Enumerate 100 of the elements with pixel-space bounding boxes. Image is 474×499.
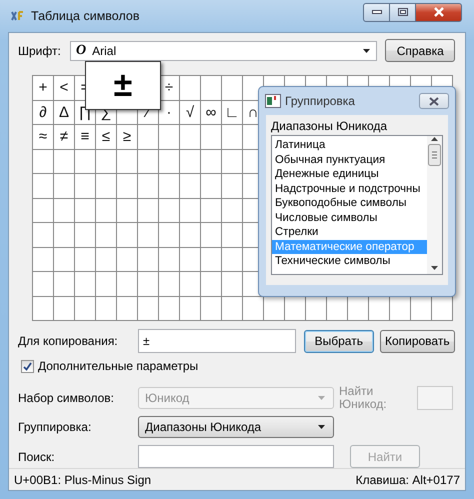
symbol-cell[interactable]	[159, 198, 179, 222]
symbol-cell[interactable]	[54, 198, 74, 222]
symbol-cell[interactable]	[54, 150, 74, 173]
symbol-cell[interactable]	[180, 174, 200, 198]
copy-field[interactable]: ±	[138, 329, 296, 353]
symbol-cell[interactable]	[75, 248, 95, 271]
symbol-cell[interactable]	[222, 272, 242, 296]
symbol-cell[interactable]	[138, 198, 158, 222]
symbol-cell[interactable]	[117, 198, 137, 222]
maximize-button[interactable]	[390, 2, 416, 22]
symbol-cell[interactable]	[159, 296, 179, 320]
list-item[interactable]: Обычная пунктуация	[272, 152, 427, 167]
symbol-cell[interactable]	[75, 198, 95, 222]
symbol-cell[interactable]	[222, 296, 242, 320]
symbol-cell[interactable]: ≥	[117, 125, 137, 148]
symbol-cell[interactable]	[117, 174, 137, 198]
symbol-cell[interactable]: ∙	[159, 100, 179, 124]
close-button[interactable]	[416, 2, 462, 22]
symbol-cell[interactable]	[33, 272, 53, 296]
symbol-cell[interactable]	[180, 150, 200, 173]
symbol-cell[interactable]	[411, 296, 431, 320]
symbol-cell[interactable]	[96, 198, 116, 222]
symbol-cell[interactable]: ∂	[33, 100, 53, 124]
symbol-cell[interactable]	[75, 223, 95, 246]
symbol-cell[interactable]	[117, 223, 137, 246]
symbol-cell[interactable]	[201, 125, 221, 148]
symbol-cell[interactable]	[159, 150, 179, 173]
symbol-cell[interactable]: ÷	[159, 76, 179, 100]
symbol-cell[interactable]	[75, 296, 95, 320]
symbol-cell[interactable]	[159, 248, 179, 271]
symbol-cell[interactable]	[54, 296, 74, 320]
symbol-cell[interactable]	[159, 174, 179, 198]
symbol-cell[interactable]	[75, 174, 95, 198]
list-item[interactable]: Буквоподобные символы	[272, 196, 427, 210]
list-item[interactable]: Латиница	[272, 138, 427, 152]
symbol-cell[interactable]	[33, 174, 53, 198]
symbol-cell[interactable]	[33, 296, 53, 320]
symbol-cell[interactable]	[138, 272, 158, 296]
symbol-cell[interactable]: ≠	[54, 125, 74, 148]
symbol-cell[interactable]	[54, 248, 74, 271]
scroll-up-icon[interactable]	[430, 136, 439, 142]
symbol-cell[interactable]	[201, 174, 221, 198]
symbol-cell[interactable]	[201, 248, 221, 271]
symbol-cell[interactable]	[96, 174, 116, 198]
search-field[interactable]	[138, 445, 334, 468]
symbol-cell[interactable]	[222, 76, 242, 100]
symbol-cell[interactable]	[159, 223, 179, 246]
list-item[interactable]: Надстрочные и подстрочны	[272, 182, 427, 196]
symbol-cell[interactable]: ∟	[222, 100, 242, 124]
symbol-cell[interactable]: <	[54, 76, 74, 100]
symbol-cell[interactable]	[54, 272, 74, 296]
symbol-cell[interactable]	[96, 296, 116, 320]
symbol-cell[interactable]	[369, 296, 389, 320]
symbol-cell[interactable]	[138, 296, 158, 320]
symbol-cell[interactable]	[33, 198, 53, 222]
symbol-cell[interactable]	[96, 223, 116, 246]
symbol-cell[interactable]	[243, 296, 263, 320]
list-item[interactable]: Денежные единицы	[272, 167, 427, 182]
symbol-cell[interactable]: +	[33, 76, 53, 100]
symbol-cell[interactable]	[54, 174, 74, 198]
symbol-cell[interactable]	[117, 150, 137, 173]
scrollbar[interactable]	[427, 136, 442, 274]
symbol-cell[interactable]	[432, 296, 452, 320]
copy-button[interactable]: Копировать	[380, 330, 455, 352]
scroll-down-icon[interactable]	[430, 265, 439, 271]
symbol-cell[interactable]	[138, 248, 158, 271]
symbol-cell[interactable]	[264, 296, 284, 320]
symbol-cell[interactable]: ≤	[96, 125, 116, 148]
symbol-cell[interactable]	[159, 125, 179, 148]
symbol-cell[interactable]	[138, 223, 158, 246]
symbol-cell[interactable]	[33, 248, 53, 271]
symbol-cell[interactable]	[222, 150, 242, 173]
select-button[interactable]: Выбрать	[304, 330, 374, 352]
symbol-cell[interactable]	[180, 198, 200, 222]
symbol-cell[interactable]	[138, 125, 158, 148]
list-item[interactable]: Стрелки	[272, 225, 427, 240]
list-item[interactable]: Числовые символы	[272, 210, 427, 225]
font-dropdown[interactable]: O Arial	[70, 40, 378, 60]
symbol-cell[interactable]	[201, 223, 221, 246]
symbol-cell[interactable]	[285, 296, 305, 320]
symbol-cell[interactable]	[96, 248, 116, 271]
symbol-cell[interactable]: ≡	[75, 125, 95, 148]
minimize-button[interactable]	[363, 2, 390, 22]
symbol-cell[interactable]	[180, 248, 200, 271]
symbol-cell[interactable]	[180, 76, 200, 100]
symbol-cell[interactable]	[117, 248, 137, 271]
symbol-cell[interactable]	[222, 125, 242, 148]
symbol-cell[interactable]	[117, 296, 137, 320]
list-item[interactable]: Технические символы	[272, 254, 427, 268]
symbol-cell[interactable]	[96, 272, 116, 296]
symbol-cell[interactable]: Δ	[54, 100, 74, 124]
symbol-cell[interactable]: ≈	[33, 125, 53, 148]
symbol-cell[interactable]: ∞	[201, 100, 221, 124]
symbol-cell[interactable]	[33, 223, 53, 246]
symbol-cell[interactable]	[138, 174, 158, 198]
symbol-cell[interactable]	[54, 223, 74, 246]
symbol-cell[interactable]	[33, 150, 53, 173]
symbol-cell[interactable]	[201, 296, 221, 320]
symbol-cell[interactable]	[180, 223, 200, 246]
symbol-cell[interactable]	[75, 150, 95, 173]
